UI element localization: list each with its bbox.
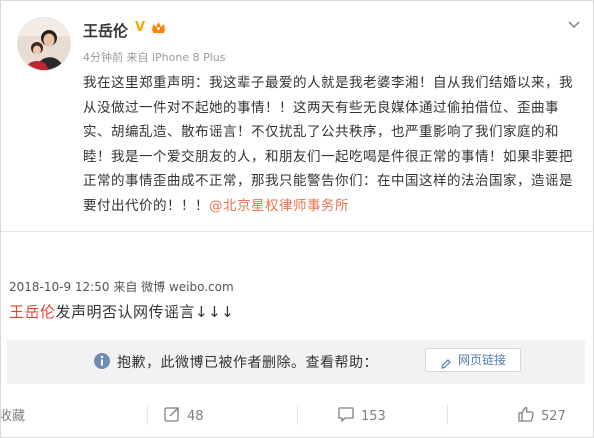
pencil-icon	[440, 354, 452, 369]
action-divider	[147, 405, 148, 425]
repost-author-link[interactable]: 王岳伦	[9, 303, 56, 321]
post-text: 我在这里郑重声明：我这辈子最爱的人就是我老婆李湘！自从我们结婚以来，我从没做过一…	[83, 71, 581, 218]
chevron-down-icon[interactable]	[565, 15, 583, 33]
repost-count: 48	[187, 408, 204, 424]
deleted-text: 抱歉，此微博已被作者删除。查看帮助：	[117, 355, 378, 371]
help-link-button[interactable]: 网页链接	[425, 348, 521, 372]
action-divider	[297, 405, 298, 425]
avatar[interactable]	[17, 17, 71, 71]
post-body: 我在这里郑重声明：我这辈子最爱的人就是我老婆李湘！自从我们结婚以来，我从没做过一…	[83, 75, 573, 214]
verified-icon: V	[135, 20, 146, 35]
deleted-notice: 抱歉，此微博已被作者删除。查看帮助： 网页链接	[7, 340, 585, 384]
repost-body: 发声明否认网传谣言↓↓↓	[55, 303, 235, 321]
comment-count: 153	[361, 408, 386, 424]
comment-icon	[337, 405, 355, 427]
help-link-label: 网页链接	[457, 353, 506, 367]
favorite-label: 收藏	[0, 409, 26, 424]
comment-button[interactable]: 153	[337, 405, 386, 427]
repost-meta: 2018-10-9 12:50 来自 微博 weibo.com	[9, 280, 234, 294]
action-bar: 收藏 48 153 527	[1, 395, 593, 435]
vip-crown-icon	[150, 19, 167, 36]
like-count: 527	[541, 408, 566, 424]
divider	[1, 231, 593, 232]
favorite-button[interactable]: 收藏	[1, 405, 25, 424]
repost-text: 王岳伦发声明否认网传谣言↓↓↓	[9, 301, 234, 322]
author-name[interactable]: 王岳伦	[83, 20, 128, 41]
weibo-card: 王岳伦 V 4分钟前 来自 iPhone 8 Plus 我在这里郑重声明：我这辈…	[0, 0, 594, 438]
mention-link[interactable]: @北京星权律师事务所	[209, 198, 349, 214]
repost-button[interactable]: 48	[163, 405, 204, 427]
post-meta: 4分钟前 来自 iPhone 8 Plus	[83, 51, 226, 64]
share-icon	[163, 405, 181, 427]
like-button[interactable]: 527	[517, 405, 566, 427]
action-divider	[447, 405, 448, 425]
info-icon	[93, 352, 111, 370]
like-icon	[517, 405, 535, 427]
